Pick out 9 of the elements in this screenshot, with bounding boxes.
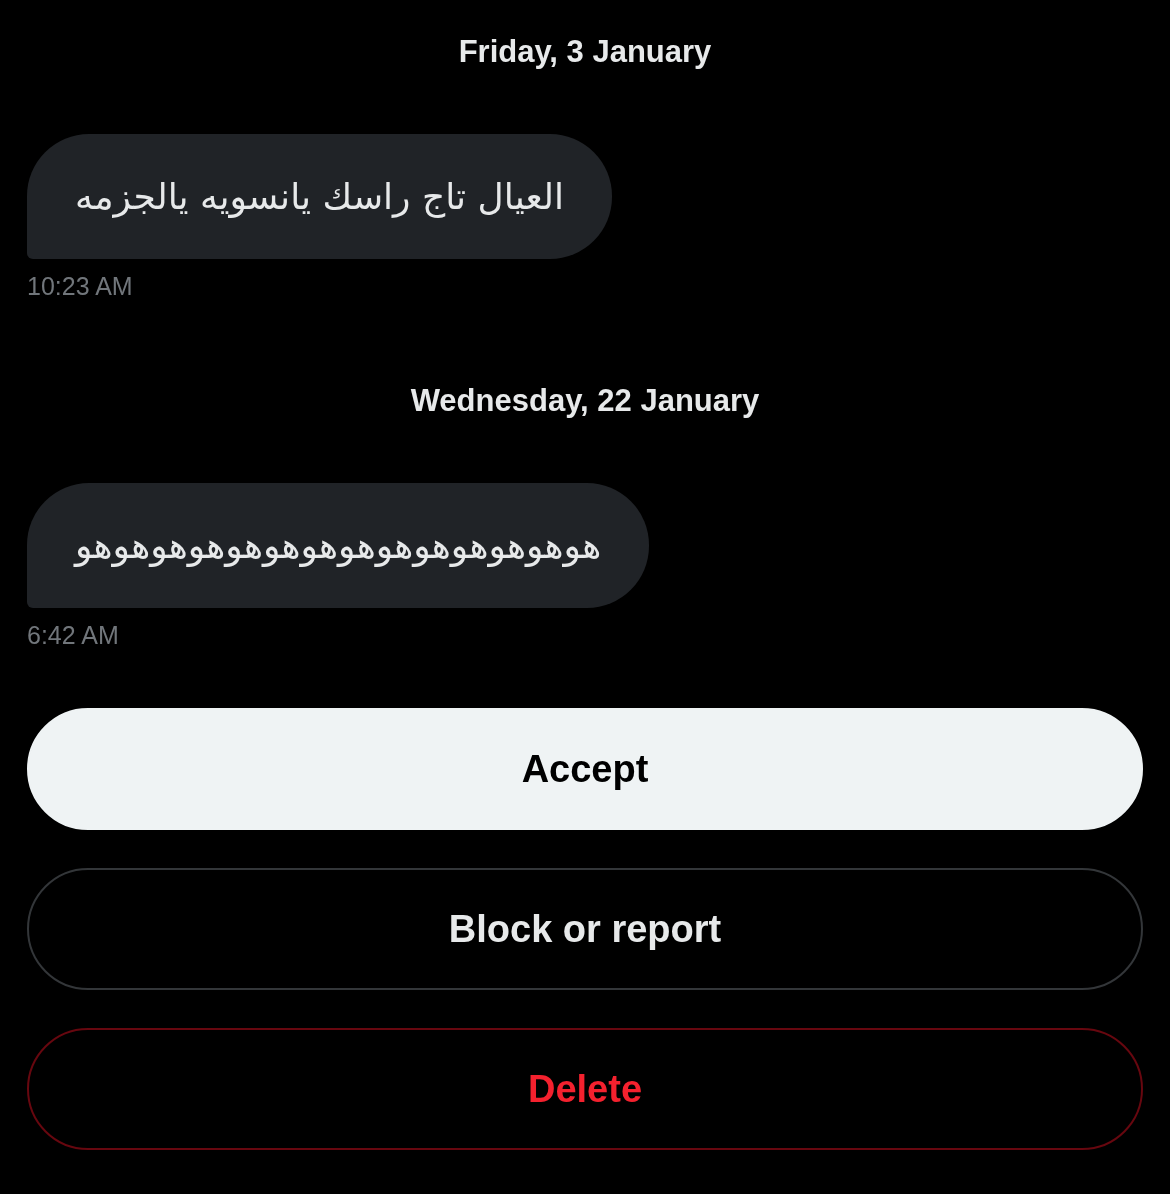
date-header: Wednesday, 22 January — [410, 382, 760, 420]
date-header: Friday, 3 January — [458, 33, 712, 71]
message-bubble: هوهوهوهوهوهوهوهوهوهوهوهوهوهو — [27, 483, 650, 608]
message-time: 6:42 AM — [27, 620, 119, 650]
message-time: 10:23 AM — [27, 271, 133, 301]
action-button[interactable]: Delete — [27, 1028, 1143, 1150]
message-bubble: العيال تاج راسك يانسويه يالجزمه — [27, 134, 612, 259]
action-button[interactable]: Accept — [27, 708, 1143, 830]
action-button[interactable]: Block or report — [27, 868, 1143, 990]
